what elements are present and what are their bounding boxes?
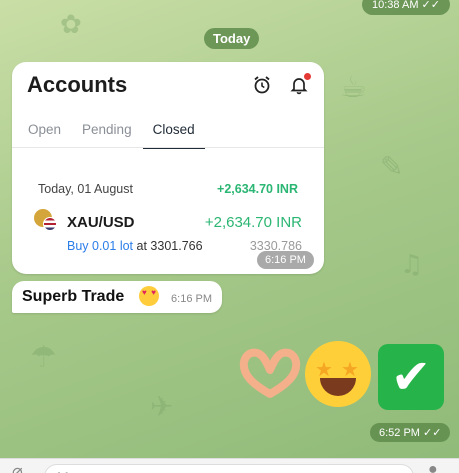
mouth <box>320 378 356 396</box>
heart-hands-emoji-icon[interactable] <box>238 348 302 400</box>
notification-dot <box>304 73 311 80</box>
message-text: Superb Trade <box>22 288 125 305</box>
paperclip-icon[interactable]: ⌀ <box>12 461 23 473</box>
date-separator: Today <box>204 28 260 49</box>
trade-open-price: 3301.766 <box>150 239 203 253</box>
shared-card-message[interactable]: Accounts Open Pending Closed Today, 01 A… <box>12 62 324 274</box>
microphone-icon[interactable]: ● <box>428 461 438 473</box>
trade-side-lot: Buy 0.01 lot at 3301.766 <box>67 239 203 253</box>
background-doodle: ✿ <box>60 10 82 40</box>
message-time: 6:16 PM <box>171 293 212 305</box>
background-doodle: ✎ <box>380 150 404 183</box>
check-mark-icon[interactable]: ✔ <box>378 344 444 410</box>
card-title: Accounts <box>27 72 128 97</box>
divider <box>12 147 324 148</box>
alarm-clock-icon[interactable] <box>251 74 273 96</box>
background-doodle: ♫ <box>400 250 424 280</box>
message-input[interactable] <box>44 464 414 473</box>
trade-pnl: +2,634.70 INR <box>204 214 302 231</box>
tab-open[interactable]: Open <box>28 122 61 149</box>
message-time: 6:52 PM ✓✓ <box>370 423 451 442</box>
background-doodle: ✈ <box>150 390 174 423</box>
text-message[interactable]: Superb Trade 6:16 PM <box>12 281 222 313</box>
message-time: 10:38 AM ✓✓ <box>362 0 450 15</box>
heart-eyes-emoji-icon <box>139 286 159 306</box>
background-doodle: ☂ <box>30 340 57 375</box>
tabs: Open Pending Closed <box>28 122 205 149</box>
star-struck-emoji-icon[interactable]: ★ ★ <box>305 341 371 407</box>
message-composer: ⌀ ● <box>0 458 459 473</box>
background-doodle: ☕ <box>340 70 367 105</box>
day-label: Today, 01 August <box>38 182 133 196</box>
trade-at-word: at <box>136 239 147 253</box>
tab-closed[interactable]: Closed <box>142 122 205 149</box>
day-total: +2,634.70 INR <box>217 182 298 196</box>
us-flag-icon <box>43 217 57 231</box>
tab-pending[interactable]: Pending <box>82 122 132 149</box>
trade-side-lot-text: Buy 0.01 lot <box>67 239 134 253</box>
card-message-time: 6:16 PM <box>257 251 314 269</box>
bell-icon[interactable] <box>288 73 311 96</box>
trade-symbol: XAU/USD <box>67 214 135 231</box>
